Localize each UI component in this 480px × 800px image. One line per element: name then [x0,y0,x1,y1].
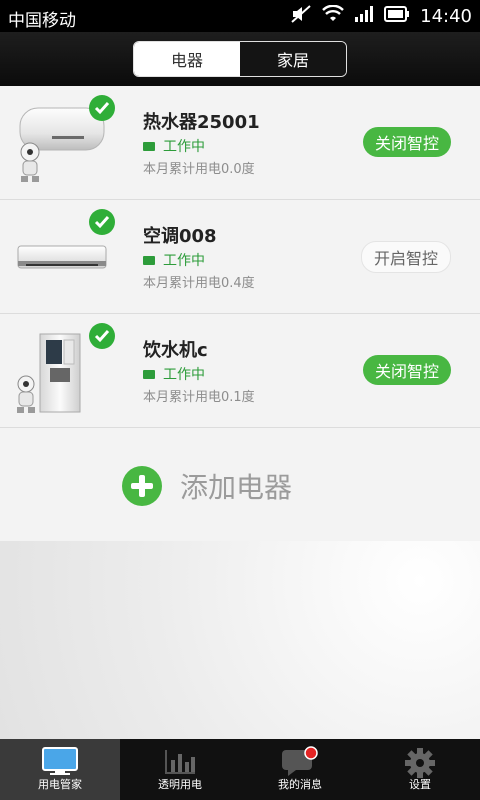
device-row[interactable]: 空调008 工作中 本月累计用电0.4度 开启智控 [0,200,480,314]
device-usage: 本月累计用电0.0度 [143,162,255,177]
device-status: 工作中 [143,364,205,384]
device-usage: 本月累计用电0.1度 [143,390,255,405]
nav-item-transparent-power[interactable]: 透明用电 [120,739,240,800]
monitor-icon [41,746,79,779]
bar-chart-icon [161,746,199,779]
device-status: 工作中 [143,136,205,156]
category-switch: 电器 家居 [133,41,347,77]
nav-item-settings[interactable]: 设置 [360,739,480,800]
tab-home[interactable]: 家居 [240,42,346,76]
message-icon [280,746,320,781]
mute-icon [290,4,312,29]
device-status: 工作中 [143,250,205,270]
device-name: 饮水机c [143,340,208,361]
carrier-label: 中国移动 [8,11,76,31]
device-name: 空调008 [143,226,217,247]
nav-item-my-messages[interactable]: 我的消息 [240,739,360,800]
smart-control-toggle[interactable]: 关闭智控 [362,127,451,157]
device-name: 热水器25001 [143,112,260,133]
bottom-nav: 用电管家 透明用电 我的消息 设置 [0,739,480,800]
device-list: 热水器25001 工作中 本月累计用电0.0度 关闭智控 空调008 工作中 本… [0,86,480,542]
plus-icon [122,466,162,506]
flag-icon [143,141,155,151]
tab-appliances[interactable]: 电器 [134,42,240,76]
add-device-label: 添加电器 [180,471,293,504]
check-icon [89,209,115,235]
device-row[interactable]: 热水器25001 工作中 本月累计用电0.0度 关闭智控 [0,86,480,200]
gear-icon [403,746,437,783]
flag-icon [143,369,155,379]
smart-control-toggle[interactable]: 关闭智控 [362,355,451,385]
device-row[interactable]: 饮水机c 工作中 本月累计用电0.1度 关闭智控 [0,314,480,428]
status-bar: 中国移动 14:40 [0,0,480,32]
signal-icon [354,5,374,28]
top-header: 电器 家居 [0,32,480,86]
smart-control-toggle[interactable]: 开启智控 [360,241,451,273]
flag-icon [143,255,155,265]
empty-area [0,541,480,739]
check-icon [89,323,115,349]
check-icon [89,95,115,121]
clock: 14:40 [420,6,472,27]
battery-icon [384,6,410,27]
wifi-icon [322,4,344,28]
device-usage: 本月累计用电0.4度 [143,276,255,291]
device-status-text: 工作中 [163,139,205,155]
add-device-button[interactable]: 添加电器 [0,428,480,542]
device-status-text: 工作中 [163,367,205,383]
nav-item-power-manager[interactable]: 用电管家 [0,739,120,800]
device-status-text: 工作中 [163,253,205,269]
